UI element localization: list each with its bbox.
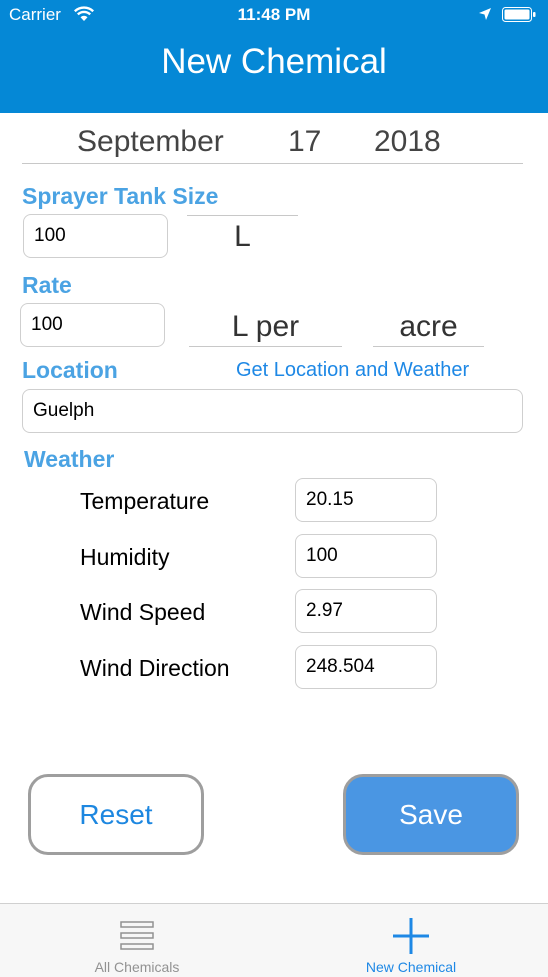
- tab-all-chemicals[interactable]: All Chemicals: [0, 904, 274, 977]
- wind-direction-label: Wind Direction: [80, 655, 230, 681]
- navigation-header: Carrier 11:48 PM New Chemical: [0, 0, 548, 113]
- wind-speed-label: Wind Speed: [80, 599, 206, 625]
- wind-speed-field[interactable]: 2.97: [295, 589, 437, 633]
- sprayer-tank-size-field[interactable]: 100: [23, 214, 168, 258]
- date-month[interactable]: September: [77, 125, 224, 159]
- list-icon: [120, 921, 154, 950]
- location-label: Location: [22, 357, 118, 383]
- save-button[interactable]: Save: [343, 774, 519, 855]
- temperature-label: Temperature: [80, 488, 210, 514]
- humidity-label: Humidity: [80, 544, 170, 570]
- rate-label: Rate: [22, 272, 72, 298]
- humidity-field[interactable]: 100: [295, 534, 437, 578]
- wind-direction-field[interactable]: 248.504: [295, 645, 437, 689]
- status-bar: Carrier 11:48 PM: [0, 0, 548, 32]
- temperature-field[interactable]: 20.15: [295, 478, 437, 522]
- rate-area-picker[interactable]: acre: [373, 304, 484, 347]
- tab-bar: All Chemicals New Chemical: [0, 903, 548, 977]
- tab-new-chemical[interactable]: New Chemical: [274, 904, 548, 977]
- page-title: New Chemical: [161, 42, 387, 81]
- battery-icon: [502, 7, 536, 22]
- reset-button[interactable]: Reset: [28, 774, 204, 855]
- location-field[interactable]: Guelph: [22, 389, 523, 433]
- sprayer-unit: L: [234, 220, 251, 253]
- location-arrow-icon: [479, 8, 491, 20]
- date-year[interactable]: 2018: [374, 125, 441, 159]
- rate-area-unit: acre: [399, 310, 458, 343]
- sprayer-tank-size-label: Sprayer Tank Size: [22, 183, 219, 209]
- sprayer-unit-picker[interactable]: L: [187, 215, 298, 256]
- date-day[interactable]: 17: [288, 125, 321, 159]
- rate-field[interactable]: 100: [20, 303, 165, 347]
- plus-icon: [393, 918, 429, 954]
- rate-volume-unit: L per: [231, 310, 300, 343]
- tab-new-chemical-label: New Chemical: [365, 959, 457, 975]
- tab-all-chemicals-label: All Chemicals: [94, 959, 180, 975]
- rate-volume-picker[interactable]: L per: [189, 304, 342, 347]
- weather-label: Weather: [24, 446, 115, 472]
- status-time: 11:48 PM: [237, 5, 311, 24]
- get-location-weather-link[interactable]: Get Location and Weather: [236, 359, 469, 382]
- date-picker[interactable]: September 17 2018: [22, 113, 523, 164]
